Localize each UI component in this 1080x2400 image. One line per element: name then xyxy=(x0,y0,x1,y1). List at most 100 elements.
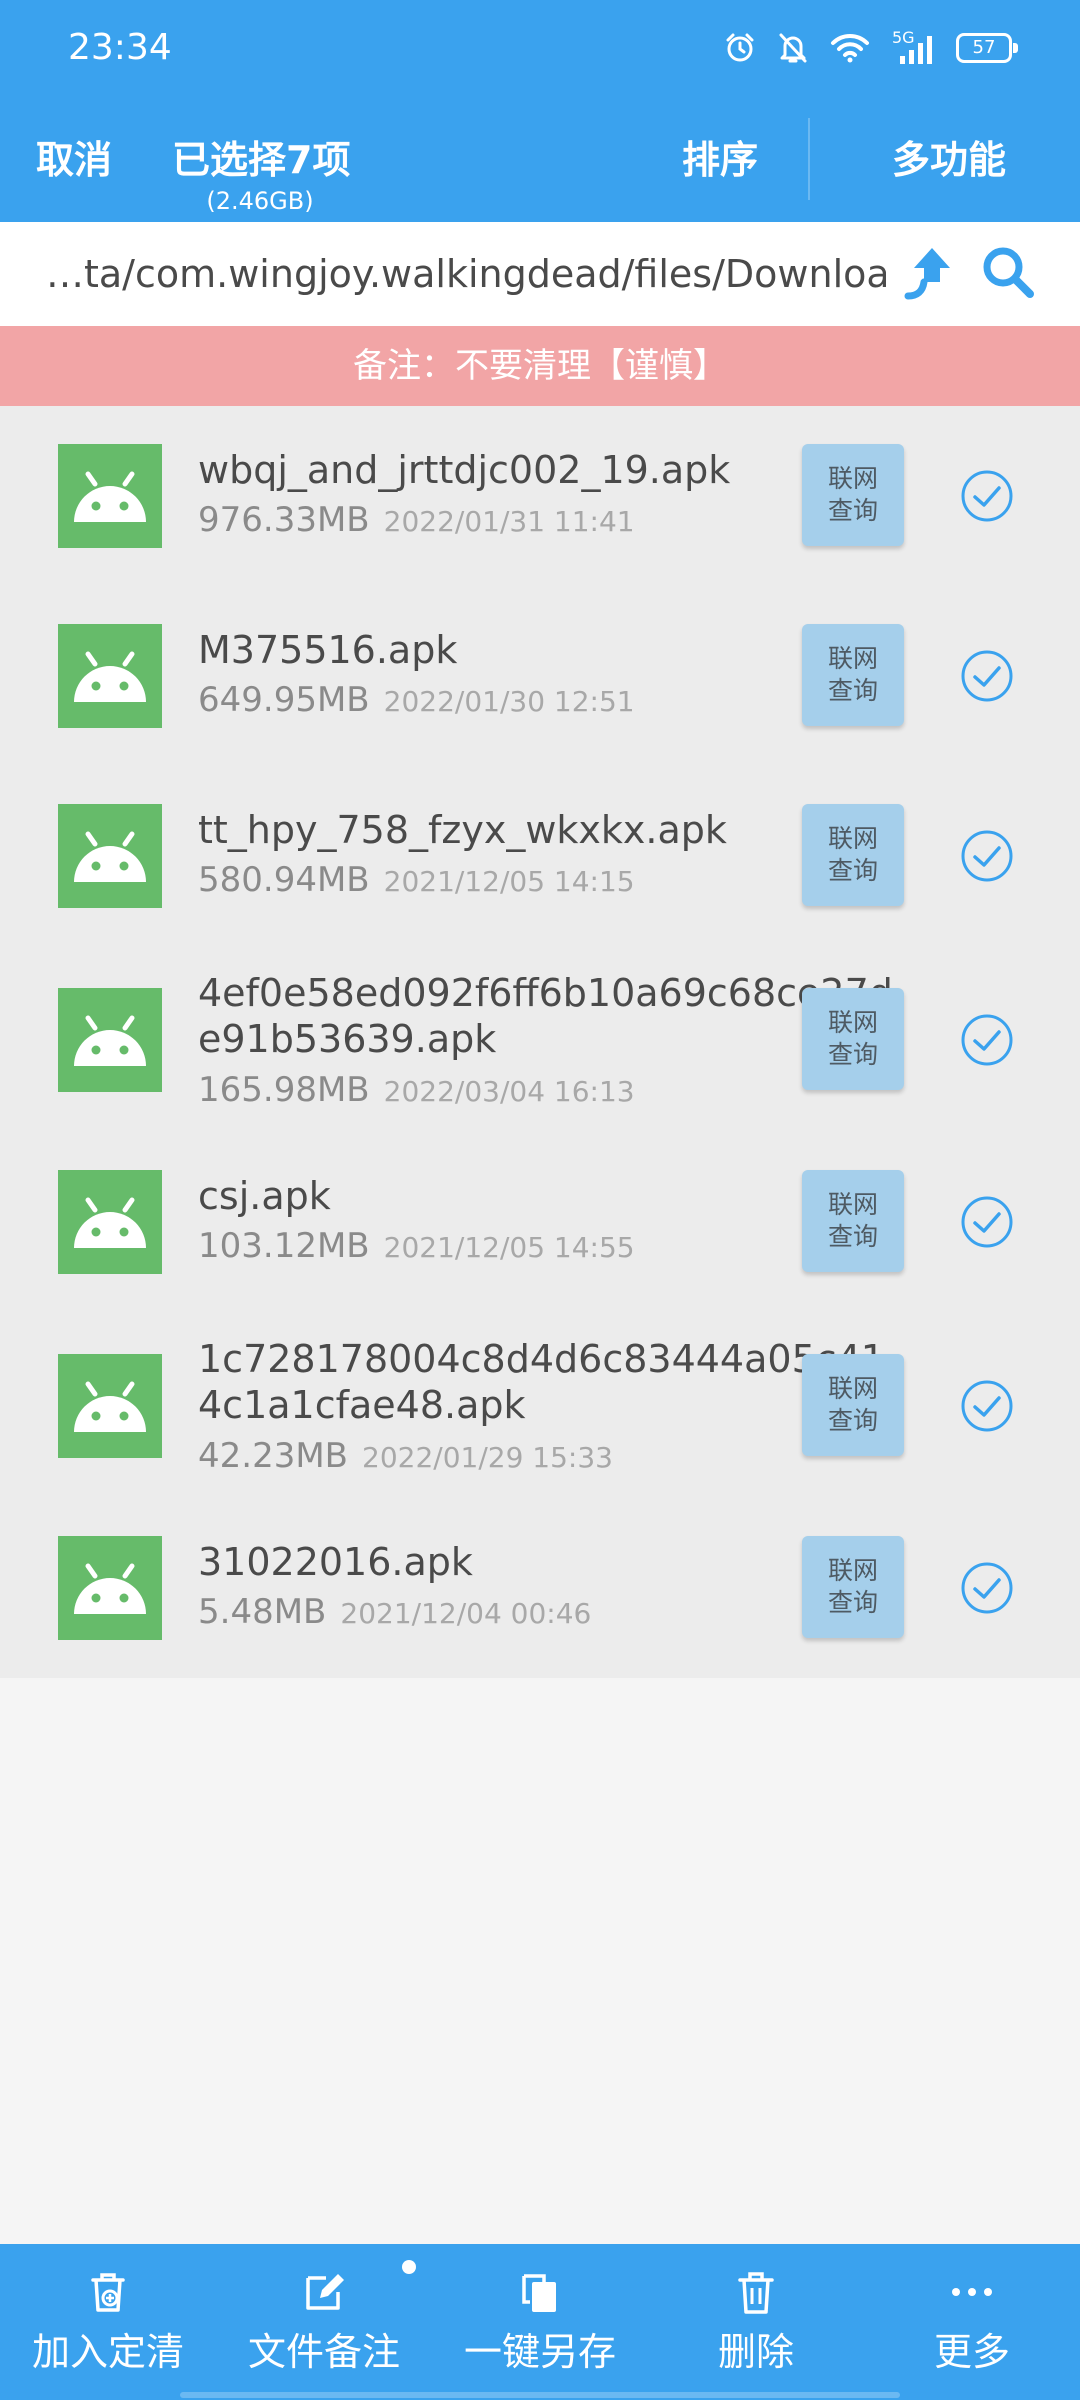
file-date: 2022/03/04 16:13 xyxy=(383,1075,635,1108)
tool-label: 加入定清 xyxy=(31,2330,184,2374)
android-apk-icon xyxy=(58,1536,162,1640)
online-lookup-button[interactable]: 联网 查询 xyxy=(802,444,904,546)
lookup-label-line2: 查询 xyxy=(827,676,878,705)
delete-button[interactable]: 删除 xyxy=(656,2244,856,2400)
online-lookup-button[interactable]: 联网 查询 xyxy=(802,1170,904,1272)
online-lookup-button[interactable]: 联网 查询 xyxy=(802,1354,904,1456)
file-meta: 976.33MB 2022/01/31 11:41 xyxy=(198,500,635,540)
file-meta: 165.98MB 2022/03/04 16:13 xyxy=(198,1070,635,1110)
lookup-label-line2: 查询 xyxy=(827,1222,878,1251)
more-button[interactable]: 更多 xyxy=(872,2244,1072,2400)
online-lookup-button[interactable]: 联网 查询 xyxy=(802,624,904,726)
path-bar: …ta/com.wingjoy.walkingdead/files/Downlo… xyxy=(0,222,1080,326)
lookup-label-line1: 联网 xyxy=(827,824,878,853)
file-size: 976.33MB xyxy=(198,500,370,540)
selected-count: 已选择7项 xyxy=(172,138,351,182)
alarm-icon xyxy=(726,33,754,62)
battery-icon: 57 xyxy=(956,33,1018,63)
tool-label: 文件备注 xyxy=(247,2330,400,2374)
lookup-label-line2: 查询 xyxy=(827,1040,878,1069)
checked-icon[interactable] xyxy=(960,1379,1014,1433)
selected-size: (2.46GB) xyxy=(206,187,314,215)
file-date: 2022/01/31 11:41 xyxy=(383,505,635,538)
file-row[interactable]: csj.apk 103.12MB 2021/12/05 14:55 联网 查询 xyxy=(0,1132,1080,1312)
add-to-clean-button[interactable]: 加入定清 xyxy=(8,2244,208,2400)
file-meta: 103.12MB 2021/12/05 14:55 xyxy=(198,1226,635,1266)
lookup-label-line1: 联网 xyxy=(827,1008,878,1037)
file-date: 2022/01/29 15:33 xyxy=(362,1441,613,1474)
file-meta: 580.94MB 2021/12/05 14:15 xyxy=(198,860,635,900)
tool-label: 更多 xyxy=(933,2330,1010,2374)
lookup-label-line1: 联网 xyxy=(827,464,878,493)
file-date: 2021/12/04 00:46 xyxy=(340,1597,592,1630)
lookup-label-line1: 联网 xyxy=(827,1556,878,1585)
file-date: 2021/12/05 14:15 xyxy=(383,865,635,898)
file-row[interactable]: 1c728178004c8d4d6c83444a05c414c1a1cfae48… xyxy=(0,1312,1080,1498)
lookup-label-line1: 联网 xyxy=(827,1190,878,1219)
divider xyxy=(808,118,810,200)
file-row[interactable]: wbqj_and_jrttdjc002_19.apk 976.33MB 2022/… xyxy=(0,406,1080,586)
android-apk-icon xyxy=(58,804,162,908)
online-lookup-button[interactable]: 联网 查询 xyxy=(802,1536,904,1638)
up-arrow-icon[interactable] xyxy=(902,242,962,302)
wifi-icon xyxy=(831,33,869,63)
checked-icon[interactable] xyxy=(960,1013,1014,1067)
online-lookup-button[interactable]: 联网 查询 xyxy=(802,804,904,906)
checked-icon[interactable] xyxy=(960,1195,1014,1249)
mute-bell-icon xyxy=(779,33,807,63)
file-size: 5.48MB xyxy=(198,1592,327,1632)
file-note-button[interactable]: 文件备注 xyxy=(224,2244,424,2400)
header: 23:34 5G 57 取消 已选择7项 (2.46GB) 排序 多功能 xyxy=(0,0,1080,222)
checked-icon[interactable] xyxy=(960,469,1014,523)
checked-icon[interactable] xyxy=(960,829,1014,883)
android-apk-icon xyxy=(58,1354,162,1458)
tool-label: 删除 xyxy=(717,2330,794,2374)
file-size: 42.23MB xyxy=(198,1436,348,1476)
save-as-button[interactable]: 一键另存 xyxy=(440,2244,640,2400)
bottom-toolbar: 加入定清 文件备注 一键另存 删除 更多 xyxy=(0,2244,1080,2400)
android-apk-icon xyxy=(58,444,162,548)
more-icon xyxy=(952,2288,992,2296)
home-indicator[interactable] xyxy=(180,2392,900,2398)
add-to-clean-icon xyxy=(91,2273,125,2312)
file-date: 2022/01/30 12:51 xyxy=(383,685,635,718)
sort-button[interactable]: 排序 xyxy=(682,132,758,188)
multi-function-button[interactable]: 多功能 xyxy=(892,132,1006,188)
file-size: 580.94MB xyxy=(198,860,370,900)
file-row[interactable]: 31022016.apk 5.48MB 2021/12/04 00:46 联网 查… xyxy=(0,1498,1080,1678)
online-lookup-button[interactable]: 联网 查询 xyxy=(802,988,904,1090)
checked-icon[interactable] xyxy=(960,649,1014,703)
file-row[interactable]: tt_hpy_758_fzyx_wkxkx.apk 580.94MB 2021/1… xyxy=(0,766,1080,946)
lookup-label-line2: 查询 xyxy=(827,856,878,885)
trash-icon xyxy=(738,2272,774,2314)
file-row[interactable]: 4ef0e58ed092f6ff6b10a69c68ce27de91b53639… xyxy=(0,946,1080,1132)
checked-icon[interactable] xyxy=(960,1561,1014,1615)
android-apk-icon xyxy=(58,988,162,1092)
tool-label: 一键另存 xyxy=(463,2330,616,2374)
file-meta: 649.95MB 2022/01/30 12:51 xyxy=(198,680,635,720)
file-size: 165.98MB xyxy=(198,1070,370,1110)
lookup-label-line2: 查询 xyxy=(827,496,878,525)
android-apk-icon xyxy=(58,624,162,728)
file-meta: 5.48MB 2021/12/04 00:46 xyxy=(198,1592,591,1632)
android-apk-icon xyxy=(58,1170,162,1274)
search-icon[interactable] xyxy=(978,242,1038,302)
status-time: 23:34 xyxy=(68,27,172,68)
status-icons: 5G 57 xyxy=(724,28,1018,68)
lookup-label-line2: 查询 xyxy=(827,1406,878,1435)
current-path[interactable]: …ta/com.wingjoy.walkingdead/files/Downlo… xyxy=(46,248,886,300)
lookup-label-line1: 联网 xyxy=(827,644,878,673)
notification-dot xyxy=(402,2260,416,2274)
file-list: wbqj_and_jrttdjc002_19.apk 976.33MB 2022/… xyxy=(0,406,1080,1678)
lookup-label-line2: 查询 xyxy=(827,1588,878,1617)
note-banner: 备注：不要清理【谨慎】 xyxy=(0,326,1080,406)
file-meta: 42.23MB 2022/01/29 15:33 xyxy=(198,1436,613,1476)
file-row[interactable]: M375516.apk 649.95MB 2022/01/30 12:51 联网 … xyxy=(0,586,1080,766)
copy-icon xyxy=(522,2274,556,2312)
edit-note-icon xyxy=(306,2274,344,2310)
signal-icon: 5G xyxy=(892,28,934,66)
file-size: 103.12MB xyxy=(198,1226,370,1266)
lookup-label-line1: 联网 xyxy=(827,1374,878,1403)
file-size: 649.95MB xyxy=(198,680,370,720)
cancel-button[interactable]: 取消 xyxy=(36,132,112,188)
